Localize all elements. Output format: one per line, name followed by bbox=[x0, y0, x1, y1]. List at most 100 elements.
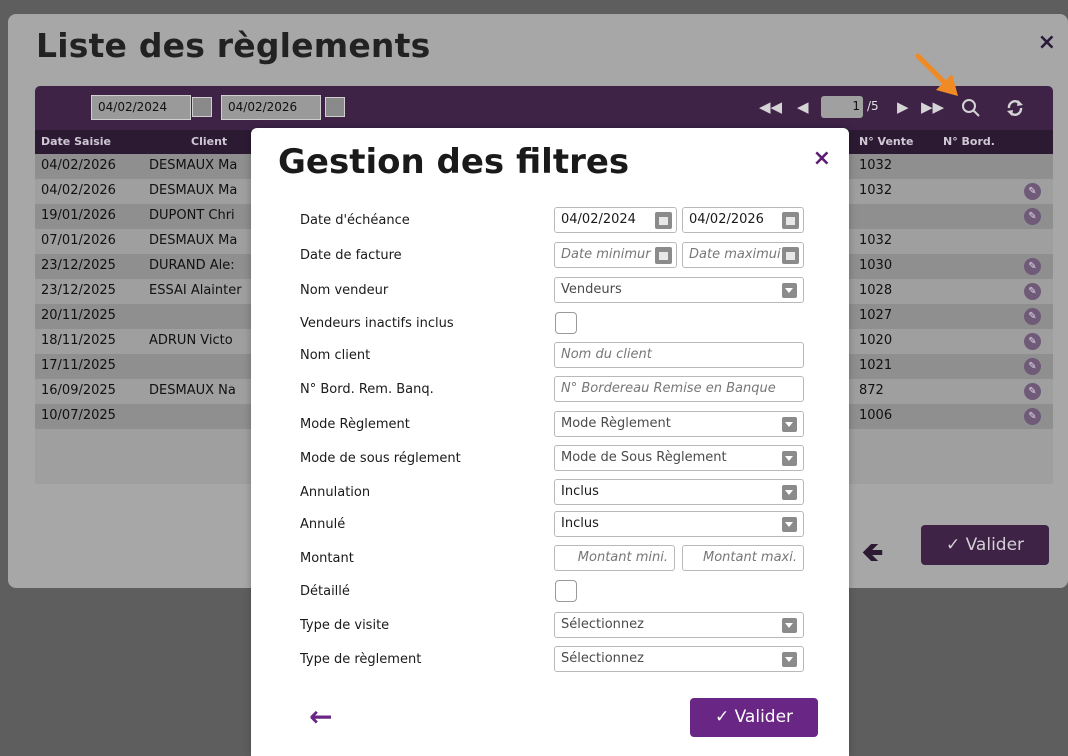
select-value: Sélectionnez bbox=[561, 651, 644, 666]
back-arrow-icon[interactable]: 🡸 bbox=[862, 534, 883, 578]
detaille-checkbox[interactable] bbox=[555, 580, 577, 602]
row-date: 19/01/2026 bbox=[41, 208, 116, 223]
date-from-field[interactable]: 04/02/2024 bbox=[91, 95, 191, 120]
vendeurs-inactifs-checkbox[interactable] bbox=[555, 312, 577, 334]
field-label: Date d'échéance bbox=[300, 213, 410, 228]
first-page-icon[interactable]: ◀◀ bbox=[759, 98, 782, 116]
calendar-icon[interactable] bbox=[655, 247, 672, 264]
edit-icon[interactable]: ✎ bbox=[1024, 208, 1041, 225]
column-header-bord[interactable]: N° Bord. bbox=[943, 135, 995, 148]
field-label: Montant bbox=[300, 551, 354, 566]
chevron-down-icon[interactable] bbox=[782, 283, 797, 298]
column-header-vente[interactable]: N° Vente bbox=[859, 135, 913, 148]
edit-icon[interactable]: ✎ bbox=[1024, 333, 1041, 350]
bordereau-input[interactable]: N° Bordereau Remise en Banque bbox=[554, 376, 804, 402]
previous-page-icon[interactable]: ◀ bbox=[797, 98, 809, 116]
column-header-date[interactable]: Date Saisie bbox=[41, 135, 111, 148]
date-echeance-from-field[interactable]: 04/02/2024 bbox=[554, 207, 677, 233]
vendeur-select[interactable]: Vendeurs bbox=[554, 277, 804, 303]
row-date: 20/11/2025 bbox=[41, 308, 116, 323]
type-visite-select[interactable]: Sélectionnez bbox=[554, 612, 804, 638]
edit-icon[interactable]: ✎ bbox=[1024, 258, 1041, 275]
row-client: DESMAUX Ma bbox=[149, 158, 238, 173]
filter-row-montant: Montant Montant mini. Montant maxi. bbox=[251, 545, 849, 575]
chevron-down-icon[interactable] bbox=[782, 652, 797, 667]
row-date: 04/02/2026 bbox=[41, 183, 116, 198]
row-vente: 872 bbox=[859, 383, 884, 398]
filter-dialog: Gestion des filtres × Date d'échéance 04… bbox=[251, 128, 849, 756]
nom-client-input[interactable]: Nom du client bbox=[554, 342, 804, 368]
filter-row-vendeurs-inactifs: Vendeurs inactifs inclus bbox=[251, 310, 849, 340]
valider-button[interactable]: ✓ Valider bbox=[690, 698, 818, 737]
page-input[interactable]: 1 bbox=[821, 96, 863, 118]
row-date: 16/09/2025 bbox=[41, 383, 116, 398]
calendar-icon[interactable] bbox=[782, 212, 799, 229]
dialog-title: Gestion des filtres bbox=[278, 142, 630, 182]
field-label: Détaillé bbox=[300, 584, 350, 599]
close-icon[interactable]: × bbox=[813, 146, 831, 171]
row-client: ADRUN Victo bbox=[149, 333, 233, 348]
calendar-icon[interactable] bbox=[782, 247, 799, 264]
calendar-icon[interactable] bbox=[192, 97, 212, 117]
field-label: Type de règlement bbox=[300, 652, 422, 667]
row-client: DESMAUX Ma bbox=[149, 183, 238, 198]
row-client: DUPONT Chri bbox=[149, 208, 235, 223]
filter-row-date-facture: Date de facture Date minimur Date maximu… bbox=[251, 242, 849, 272]
filter-row-date-echeance: Date d'échéance 04/02/2024 04/02/2026 bbox=[251, 207, 849, 237]
chevron-down-icon[interactable] bbox=[782, 417, 797, 432]
chevron-down-icon[interactable] bbox=[782, 517, 797, 532]
edit-icon[interactable]: ✎ bbox=[1024, 183, 1041, 200]
close-icon[interactable]: × bbox=[1038, 30, 1056, 55]
row-date: 23/12/2025 bbox=[41, 283, 116, 298]
edit-icon[interactable]: ✎ bbox=[1024, 283, 1041, 300]
valider-button[interactable]: ✓ Valider bbox=[921, 525, 1049, 565]
edit-icon[interactable]: ✎ bbox=[1024, 408, 1041, 425]
row-client: ESSAI Alainter bbox=[149, 283, 242, 298]
date-to-field[interactable]: 04/02/2026 bbox=[221, 95, 321, 120]
row-vente: 1020 bbox=[859, 333, 893, 348]
montant-max-input[interactable]: Montant maxi. bbox=[682, 545, 804, 571]
calendar-icon[interactable] bbox=[325, 97, 345, 117]
column-header-client[interactable]: Client bbox=[191, 135, 227, 148]
chevron-down-icon[interactable] bbox=[782, 451, 797, 466]
montant-min-input[interactable]: Montant mini. bbox=[554, 545, 675, 571]
date-facture-from-field[interactable]: Date minimur bbox=[554, 242, 677, 268]
chevron-down-icon[interactable] bbox=[782, 618, 797, 633]
field-label: Annulation bbox=[300, 485, 371, 500]
row-vente: 1027 bbox=[859, 308, 893, 323]
row-date: 04/02/2026 bbox=[41, 158, 116, 173]
search-icon[interactable] bbox=[961, 98, 981, 118]
edit-icon[interactable]: ✎ bbox=[1024, 308, 1041, 325]
date-echeance-to-field[interactable]: 04/02/2026 bbox=[682, 207, 804, 233]
calendar-icon[interactable] bbox=[655, 212, 672, 229]
next-page-icon[interactable]: ▶ bbox=[897, 98, 909, 116]
annulation-select[interactable]: Inclus bbox=[554, 479, 804, 505]
row-date: 10/07/2025 bbox=[41, 408, 116, 423]
edit-icon[interactable]: ✎ bbox=[1024, 358, 1041, 375]
row-vente: 1028 bbox=[859, 283, 893, 298]
row-client: DESMAUX Ma bbox=[149, 233, 238, 248]
row-vente: 1032 bbox=[859, 158, 893, 173]
edit-icon[interactable]: ✎ bbox=[1024, 383, 1041, 400]
field-value: 04/02/2026 bbox=[689, 212, 764, 227]
chevron-down-icon[interactable] bbox=[782, 485, 797, 500]
mode-reglement-select[interactable]: Mode Règlement bbox=[554, 411, 804, 437]
filter-row-bordereau: N° Bord. Rem. Banq. N° Bordereau Remise … bbox=[251, 376, 849, 406]
back-arrow-icon[interactable]: ← bbox=[309, 700, 332, 733]
row-vente: 1032 bbox=[859, 183, 893, 198]
refresh-icon[interactable] bbox=[1005, 98, 1025, 118]
mode-sous-reglement-select[interactable]: Mode de Sous Règlement bbox=[554, 445, 804, 471]
select-value: Vendeurs bbox=[561, 282, 622, 297]
field-label: Mode de sous réglement bbox=[300, 451, 461, 466]
field-label: Vendeurs inactifs inclus bbox=[300, 316, 454, 331]
type-reglement-select[interactable]: Sélectionnez bbox=[554, 646, 804, 672]
annule-select[interactable]: Inclus bbox=[554, 511, 804, 537]
filter-row-mode-reglement: Mode Règlement Mode Règlement bbox=[251, 411, 849, 441]
date-facture-to-field[interactable]: Date maximui bbox=[682, 242, 804, 268]
row-client: DURAND Ale: bbox=[149, 258, 235, 273]
last-page-icon[interactable]: ▶▶ bbox=[921, 98, 944, 116]
filter-row-mode-sous-reglement: Mode de sous réglement Mode de Sous Règl… bbox=[251, 445, 849, 475]
field-label: N° Bord. Rem. Banq. bbox=[300, 382, 434, 397]
row-vente: 1032 bbox=[859, 233, 893, 248]
field-label: Nom client bbox=[300, 348, 371, 363]
